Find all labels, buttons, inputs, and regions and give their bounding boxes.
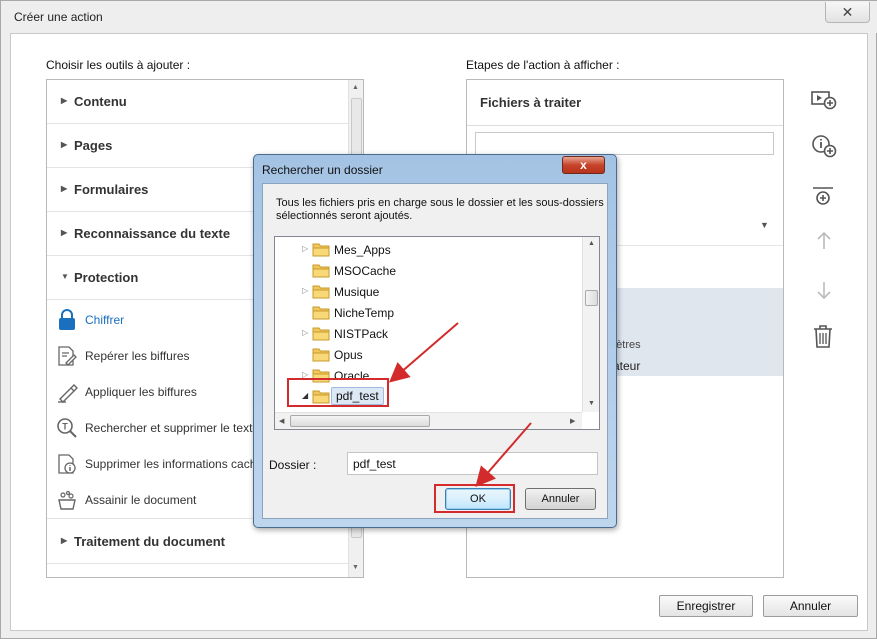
chevron-right-icon: ▶ xyxy=(61,96,68,105)
tree-item-label: Musique xyxy=(334,285,380,299)
scroll-down-arrow-icon[interactable]: ▼ xyxy=(352,564,359,571)
folder-icon xyxy=(312,347,330,362)
chevron-right-icon: ▶ xyxy=(61,536,68,545)
tree-item[interactable]: ▷ Musique xyxy=(275,281,581,302)
chevron-right-icon: ▶ xyxy=(61,184,68,193)
scroll-right-arrow-icon[interactable]: ▶ xyxy=(570,417,575,425)
move-down-icon xyxy=(810,276,838,304)
steps-text-field[interactable] xyxy=(475,132,774,155)
divider xyxy=(467,125,783,126)
category-contenu[interactable]: ▶ Contenu xyxy=(47,80,348,124)
dialog-body: Tous les fichiers pris en charge sous le… xyxy=(262,183,608,519)
add-step-icon[interactable] xyxy=(810,86,838,114)
tree-item[interactable]: Opus xyxy=(275,344,581,365)
tree-item-label: NISTPack xyxy=(334,327,389,341)
left-panel-label: Choisir les outils à ajouter : xyxy=(46,58,191,72)
tool-label: Repérer les biffures xyxy=(85,349,190,363)
cancel-button[interactable]: Annuler xyxy=(763,595,858,617)
chevron-right-icon: ▶ xyxy=(61,228,68,237)
folder-icon xyxy=(312,305,330,320)
scroll-up-arrow-icon[interactable]: ▲ xyxy=(352,84,359,91)
scroll-left-arrow-icon[interactable]: ◀ xyxy=(279,417,284,425)
search-remove-text-icon: T xyxy=(56,417,78,439)
tree-item[interactable]: MSOCache xyxy=(275,260,581,281)
delete-icon[interactable] xyxy=(810,323,838,351)
category-label: Traitement du document xyxy=(74,534,225,549)
apply-redaction-icon xyxy=(56,381,78,403)
chevron-right-icon: ▶ xyxy=(61,140,68,149)
folder-icon xyxy=(312,326,330,341)
right-panel-label: Etapes de l'action à afficher : xyxy=(466,58,620,72)
scroll-up-arrow-icon[interactable]: ▲ xyxy=(588,240,595,247)
tool-label: Supprimer les informations cachées xyxy=(85,457,276,471)
folder-icon xyxy=(312,263,330,278)
window-titlebar: Créer une action ✕ xyxy=(1,1,877,33)
add-info-icon[interactable] xyxy=(810,133,838,161)
chevron-down-icon[interactable]: ▼ xyxy=(760,220,769,230)
category-label: Reconnaissance du texte xyxy=(74,226,231,241)
tree-item-label: Mes_Apps xyxy=(334,243,391,257)
tree-hscroll-thumb[interactable] xyxy=(290,415,430,427)
dialog-cancel-button[interactable]: Annuler xyxy=(525,488,596,510)
tree-item[interactable]: ▷ NISTPack xyxy=(275,323,581,344)
category-label: Contenu xyxy=(74,94,127,109)
dialog-close-button[interactable]: x xyxy=(562,156,605,174)
window-close-button[interactable]: ✕ xyxy=(825,2,870,23)
expand-icon[interactable]: ▷ xyxy=(302,244,308,253)
tree-vscroll-thumb[interactable] xyxy=(585,290,598,306)
svg-text:T: T xyxy=(62,422,68,432)
tree-horizontal-scrollbar[interactable]: ◀ ▶ xyxy=(275,412,582,429)
folder-icon xyxy=(312,242,330,257)
folder-icon xyxy=(312,284,330,299)
tool-label: Assainir le document xyxy=(85,493,197,507)
folder-input[interactable]: pdf_test xyxy=(347,452,598,475)
move-up-icon xyxy=(810,227,838,255)
folder-label: Dossier : xyxy=(269,458,317,472)
tree-item-label: Opus xyxy=(334,348,363,362)
mark-redaction-icon xyxy=(56,345,78,367)
chevron-down-icon: ▼ xyxy=(61,272,69,281)
expand-icon[interactable]: ▷ xyxy=(302,328,308,337)
category-label: Protection xyxy=(74,270,139,285)
category-label: Formulaires xyxy=(74,182,149,197)
tool-label: Chiffrer xyxy=(85,313,125,327)
browse-folder-dialog: Rechercher un dossier x Tous les fichier… xyxy=(253,154,617,528)
annotation-highlight-ok xyxy=(434,484,515,513)
tree-item[interactable]: ▷ Mes_Apps xyxy=(275,239,581,260)
add-section-icon[interactable] xyxy=(810,183,838,211)
tool-label: Rechercher et supprimer le texte xyxy=(85,421,260,435)
steps-header: Fichiers à traiter xyxy=(480,95,582,110)
lock-icon xyxy=(56,309,78,331)
expand-icon[interactable]: ▷ xyxy=(302,286,308,295)
dialog-description: Tous les fichiers pris en charge sous le… xyxy=(276,197,604,222)
window-title: Créer une action xyxy=(14,10,103,24)
category-label: Pages xyxy=(74,138,113,153)
tree-vertical-scrollbar[interactable]: ▲ ▼ xyxy=(582,237,599,412)
save-button[interactable]: Enregistrer xyxy=(659,595,753,617)
scroll-down-arrow-icon[interactable]: ▼ xyxy=(588,400,595,407)
tree-item[interactable]: NicheTemp xyxy=(275,302,581,323)
annotation-highlight-folder xyxy=(287,378,389,407)
sanitize-icon xyxy=(56,489,78,511)
tool-label: Appliquer les biffures xyxy=(85,385,197,399)
dialog-title: Rechercher un dossier xyxy=(262,163,383,177)
tree-item-label: NicheTemp xyxy=(334,306,395,320)
tree-item-label: MSOCache xyxy=(334,264,397,278)
remove-hidden-info-icon xyxy=(56,453,78,475)
